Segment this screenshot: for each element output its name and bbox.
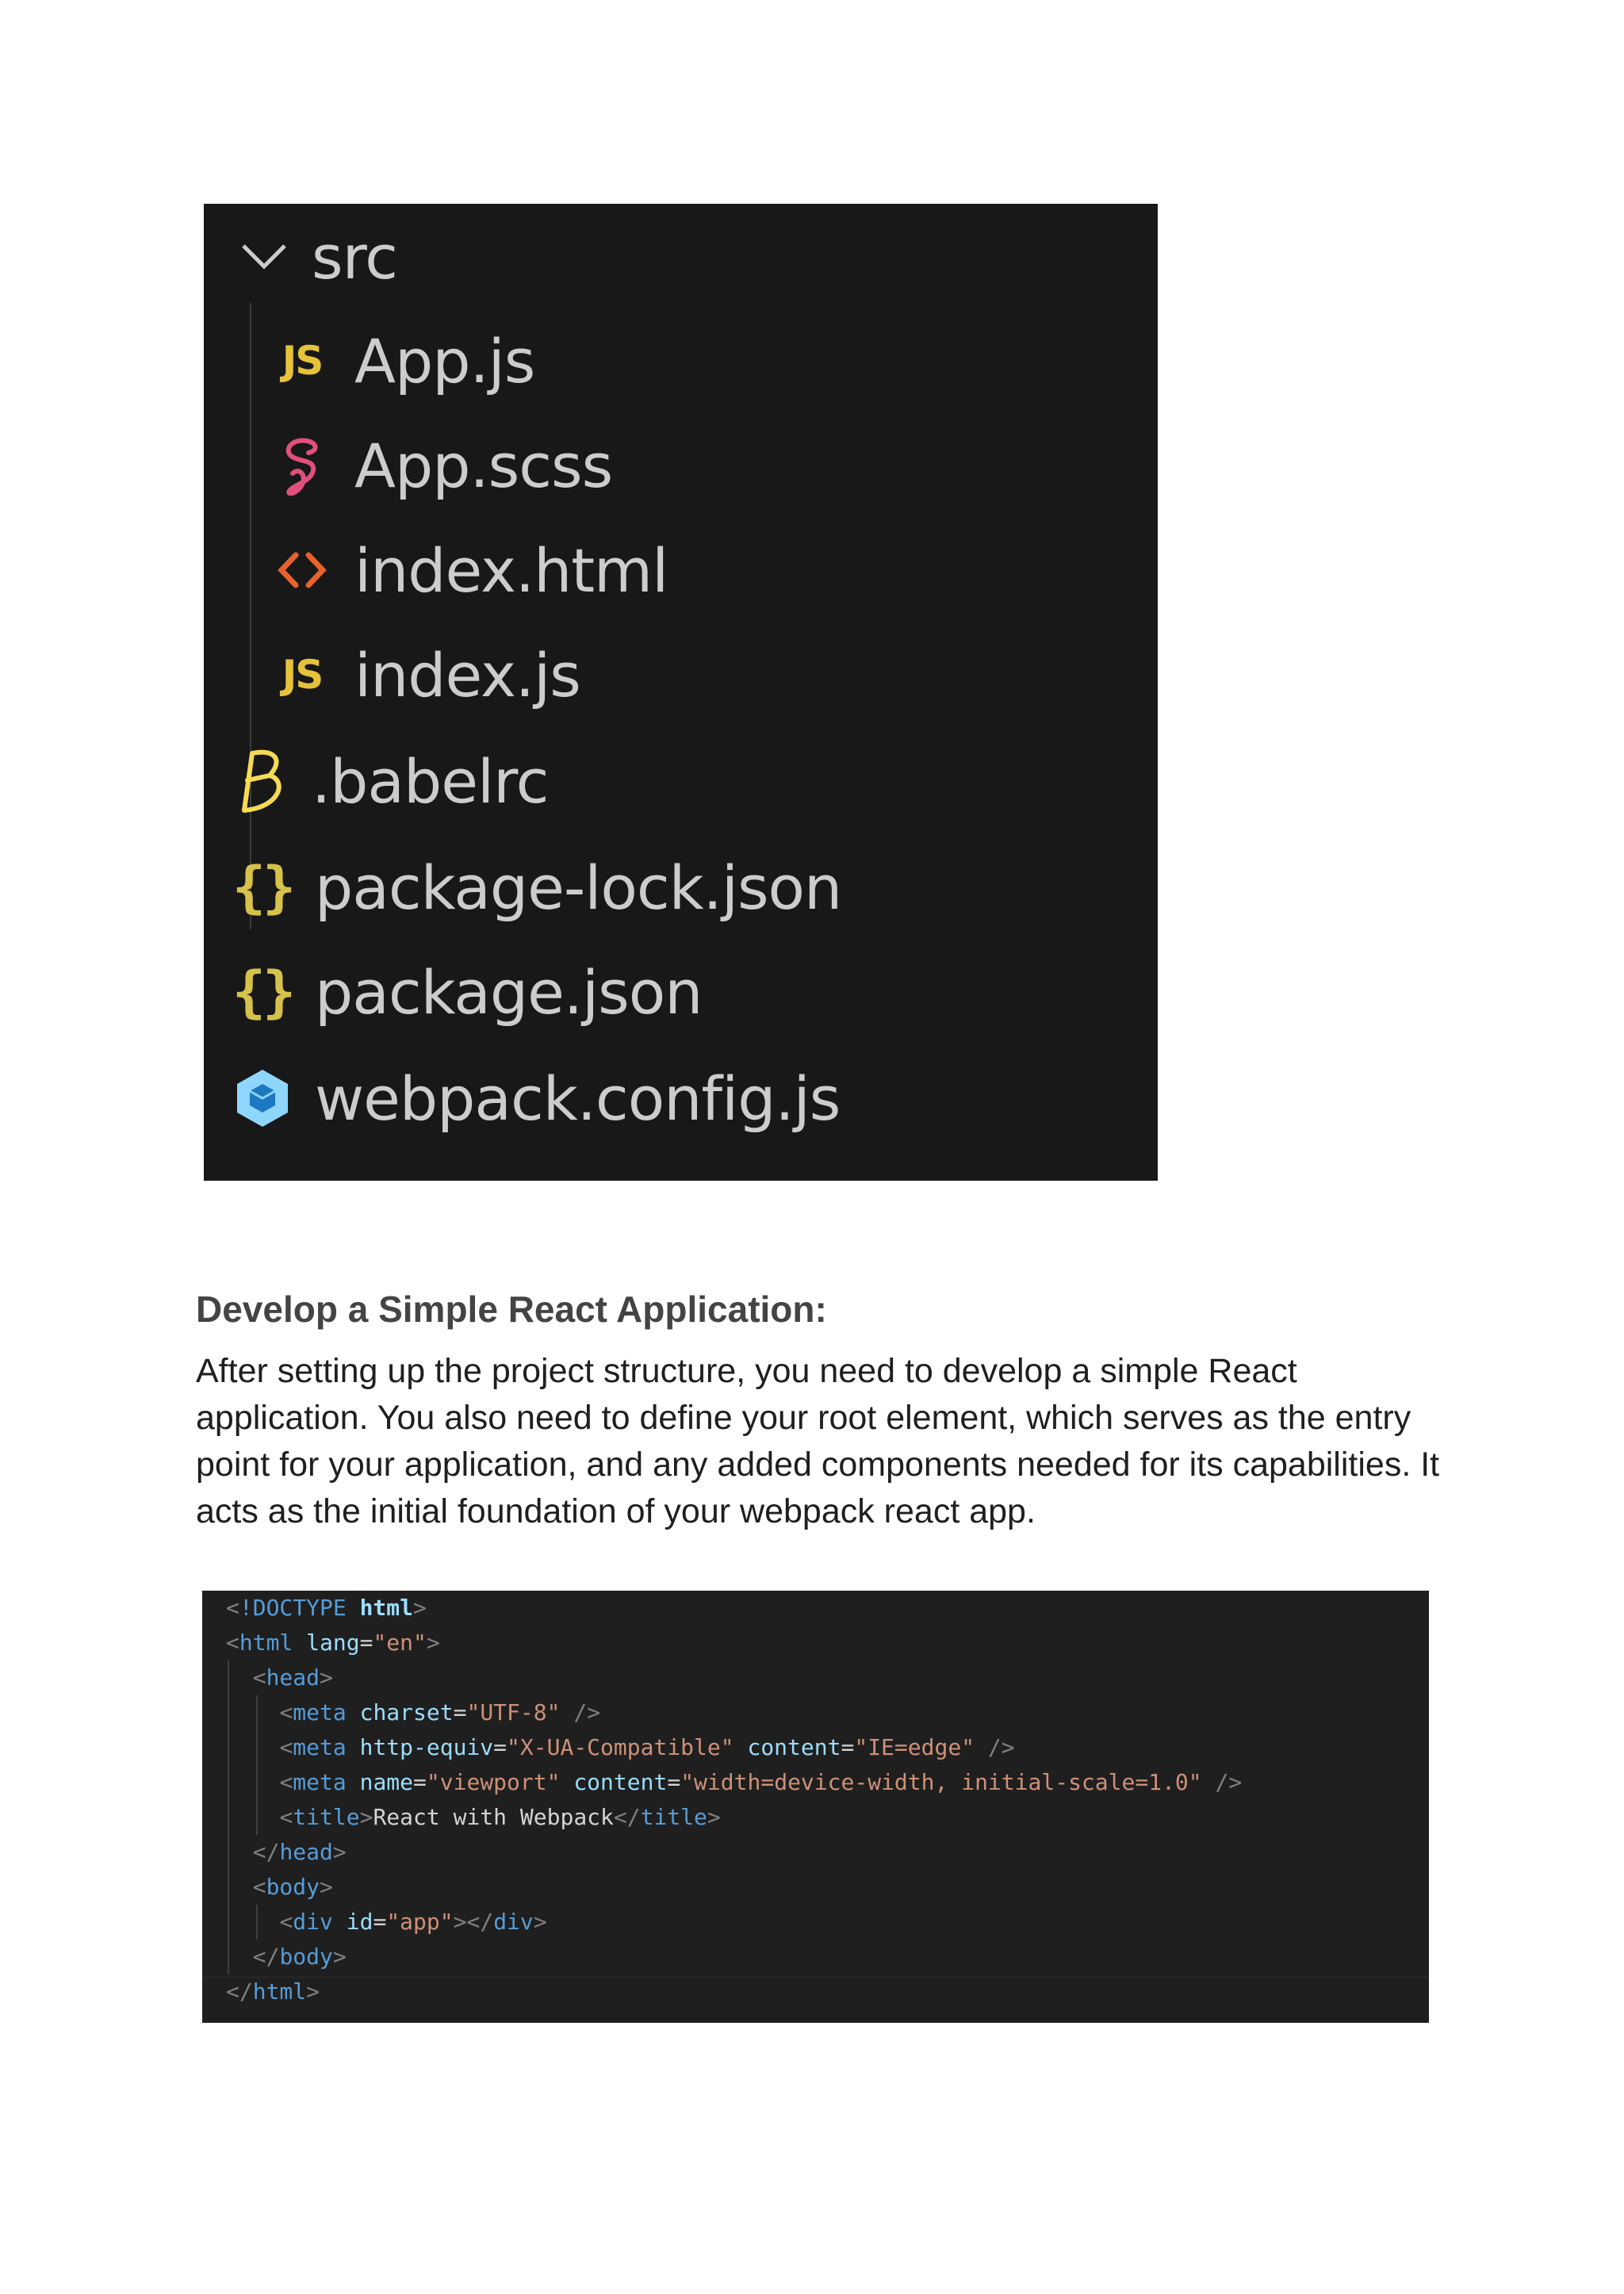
tree-file-app-js[interactable]: JS App.js [272,308,536,413]
code-line-9: <body> [252,1874,333,1900]
code-line-5: <meta http-equiv="X-UA-Compatible" conte… [279,1734,1015,1760]
js-file-icon: JS [282,652,324,698]
webpack-file-icon [232,1063,293,1134]
section-paragraph: After setting up the project structure, … [196,1352,1440,1530]
file-name: package-lock.json [315,852,842,923]
file-name: App.js [354,325,535,396]
babel-file-icon [232,745,293,817]
file-name: webpack.config.js [315,1063,841,1134]
code-line-11: </body> [252,1944,347,1970]
sass-file-icon [272,430,332,501]
code-line-8: </head> [252,1839,347,1865]
current-line-divider [202,1977,1429,1978]
tree-file-package-lock-json[interactable]: {} package-lock.json [232,835,842,940]
code-editor-panel: <!DOCTYPE html> <html lang="en"> <head> … [202,1591,1429,2023]
tree-file-app-scss[interactable]: App.scss [272,413,613,518]
file-explorer-panel: src JS App.js App.scss index.html JS ind… [204,204,1158,1181]
file-name: .babelrc [312,745,549,817]
chevron-down-icon[interactable] [237,221,291,293]
file-name: index.html [354,534,668,606]
code-line-4: <meta charset="UTF-8" /> [279,1699,601,1725]
tree-file-package-json[interactable]: {} package.json [232,940,703,1044]
html-file-icon [272,534,332,606]
tree-file-babelrc[interactable]: .babelrc [232,729,549,833]
code-line-1: <!DOCTYPE html> [226,1595,427,1621]
code-line-2: <html lang="en"> [226,1630,440,1656]
json-file-icon: {} [232,959,296,1024]
js-file-icon: JS [282,338,324,384]
code-line-6: <meta name="viewport" content="width=dev… [279,1769,1243,1795]
tree-file-webpack-config-js[interactable]: webpack.config.js [232,1046,841,1151]
code-line-12: </html> [226,1978,320,2005]
tree-file-index-html[interactable]: index.html [272,518,668,622]
file-name: index.js [354,639,581,710]
file-name: App.scss [354,430,613,501]
file-name: package.json [315,956,703,1028]
code-line-10: <div id="app"></div> [279,1909,547,1935]
section-heading: Develop a Simple React Application: [196,1289,827,1330]
tree-folder-src[interactable]: src [237,205,398,309]
code-line-3: <head> [252,1664,333,1691]
json-file-icon: {} [232,855,296,920]
tree-file-index-js[interactable]: JS index.js [272,622,581,727]
code-line-7: <title>React with Webpack</title> [279,1804,721,1830]
folder-name: src [312,221,398,293]
